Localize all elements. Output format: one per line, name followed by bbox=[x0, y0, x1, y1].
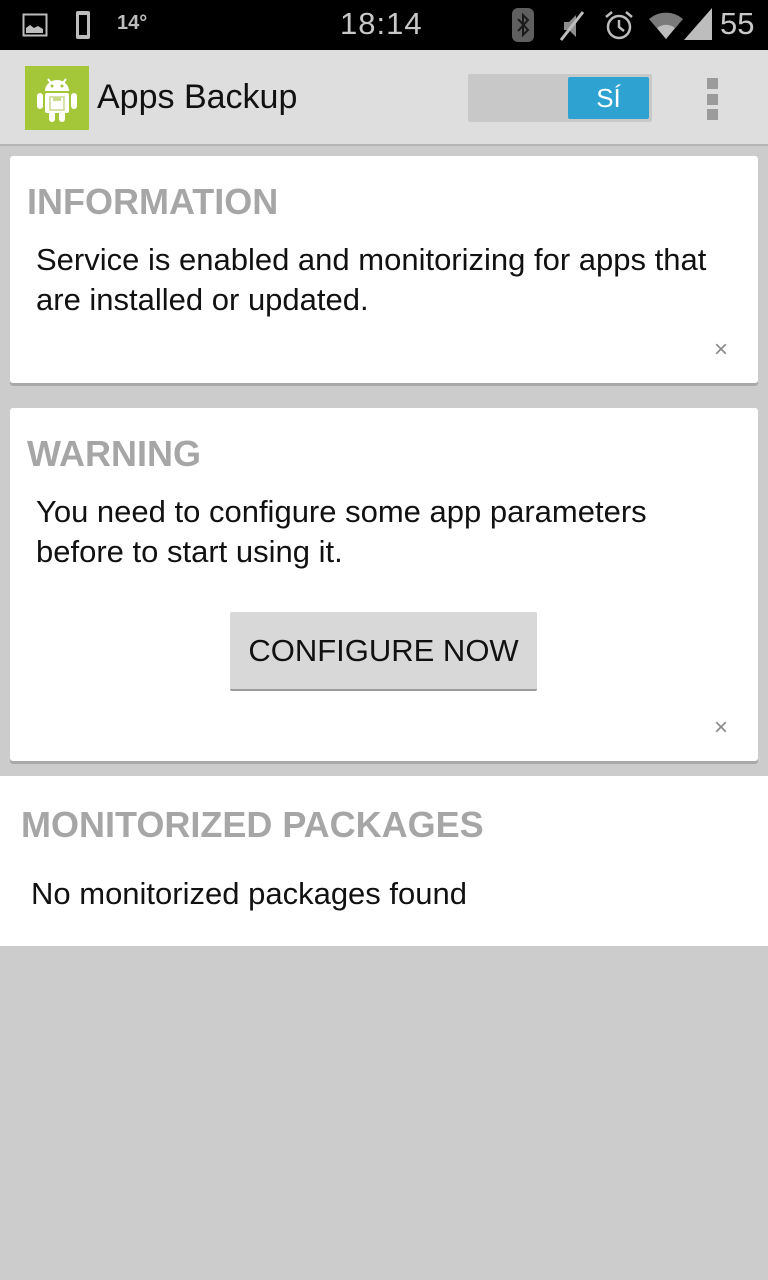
clock-text: 18:14 bbox=[340, 6, 423, 41]
close-icon[interactable]: × bbox=[710, 338, 732, 362]
signal-icon bbox=[684, 8, 712, 40]
packages-title: MONITORIZED PACKAGES bbox=[21, 804, 484, 845]
battery-level-text: 55 bbox=[720, 6, 755, 41]
information-body: Service is enabled and monitorizing for … bbox=[36, 242, 707, 317]
status-bar: 14° 18:14 55 bbox=[0, 0, 768, 50]
overflow-menu-icon[interactable] bbox=[700, 76, 724, 122]
overflow-dot bbox=[706, 78, 718, 89]
warning-body: You need to configure some app parameter… bbox=[36, 494, 647, 569]
action-bar: Apps Backup SÍ bbox=[0, 50, 768, 146]
wifi-icon bbox=[648, 10, 684, 40]
packages-empty-text: No monitorized packages found bbox=[31, 876, 467, 911]
gallery-icon bbox=[22, 13, 48, 37]
phone-vibrate-icon bbox=[74, 10, 92, 40]
close-icon[interactable]: × bbox=[710, 716, 732, 740]
warning-card: WARNING You need to configure some app p… bbox=[10, 408, 758, 761]
service-toggle[interactable]: SÍ bbox=[468, 74, 652, 122]
overflow-dot bbox=[706, 93, 718, 105]
toggle-thumb: SÍ bbox=[568, 77, 649, 119]
monitorized-packages-section: MONITORIZED PACKAGES No monitorized pack… bbox=[0, 776, 768, 946]
information-title: INFORMATION bbox=[27, 181, 279, 222]
bluetooth-icon bbox=[512, 8, 534, 42]
overflow-dot bbox=[706, 109, 718, 120]
alarm-icon bbox=[603, 9, 635, 41]
information-card: INFORMATION Service is enabled and monit… bbox=[10, 156, 758, 383]
configure-now-button[interactable]: CONFIGURE NOW bbox=[230, 612, 537, 691]
app-title: Apps Backup bbox=[97, 78, 298, 116]
temperature-text: 14° bbox=[117, 12, 148, 34]
mute-icon bbox=[558, 10, 586, 42]
warning-title: WARNING bbox=[27, 433, 201, 474]
android-floppy-icon[interactable] bbox=[25, 66, 89, 130]
